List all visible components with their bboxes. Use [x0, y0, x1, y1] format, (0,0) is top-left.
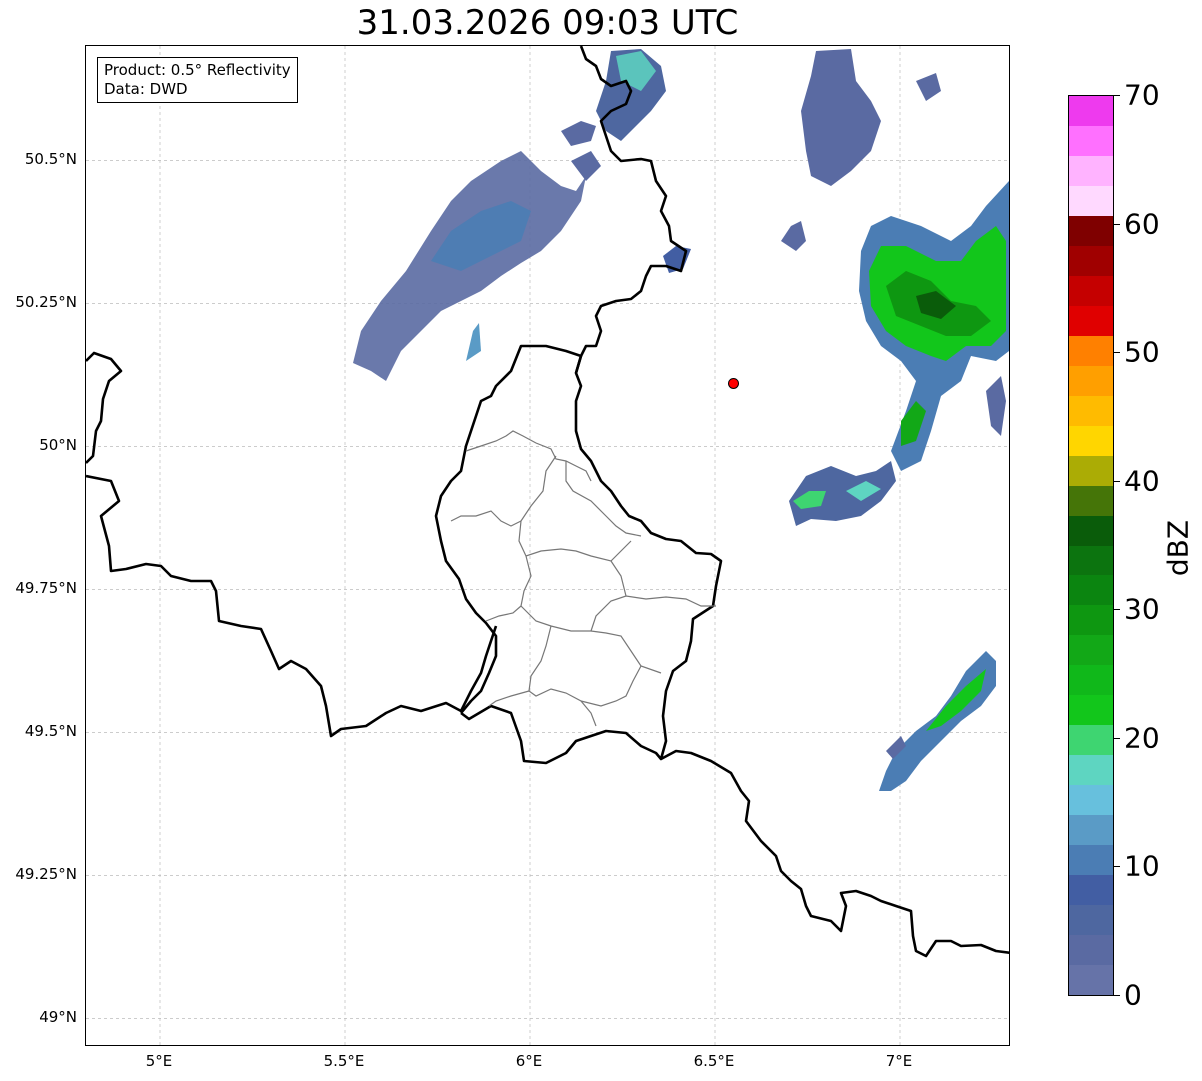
lat-tick-label: 49°N [39, 1008, 77, 1027]
colorbar-tick-mark [1114, 609, 1120, 611]
echo-cell [801, 49, 881, 186]
colorbar-tick-mark [1114, 352, 1120, 354]
colorbar-label: dBZ [1161, 519, 1195, 577]
info-box: Product: 0.5° Reflectivity Data: DWD [97, 57, 298, 103]
lat-tick-label: 50.5°N [24, 150, 77, 169]
colorbar-tick-label: 60 [1124, 207, 1160, 241]
map-title: 31.03.2026 09:03 UTC [356, 3, 739, 43]
lon-tick-label: 6°E [515, 1052, 543, 1070]
colorbar-tick-mark [1114, 737, 1120, 739]
colorbar-segment [1069, 275, 1113, 307]
echo-cell [561, 121, 596, 146]
canton-line [520, 605, 662, 674]
colorbar-segment [1069, 665, 1113, 697]
echo-cell [571, 151, 601, 181]
colorbar-segment [1069, 155, 1113, 187]
canton-line [590, 595, 716, 632]
colorbar-segment [1069, 725, 1113, 757]
colorbar-segment [1069, 305, 1113, 337]
colorbar [1068, 95, 1114, 996]
lat-tick-label: 49.5°N [24, 722, 77, 741]
colorbar-tick-label: 20 [1124, 721, 1160, 755]
colorbar-segment [1069, 935, 1113, 966]
echo-cell [781, 221, 806, 251]
colorbar-tick-mark [1114, 995, 1120, 996]
lon-tick-label: 7°E [885, 1052, 913, 1070]
colorbar-tick-label: 70 [1124, 78, 1160, 112]
colorbar-segment [1069, 485, 1113, 517]
canton-line [565, 461, 642, 537]
canton-line [450, 510, 522, 527]
data-source-label: Data: DWD [104, 80, 188, 98]
colorbar-segment [1069, 335, 1113, 367]
border-line [86, 351, 123, 464]
lat-tick-label: 50.25°N [15, 293, 77, 312]
lon-tick-label: 6.5°E [693, 1052, 735, 1070]
radar-map [85, 45, 1010, 1046]
colorbar-tick-label: 40 [1124, 464, 1160, 498]
colorbar-segment [1069, 785, 1113, 817]
lon-tick-label: 5°E [145, 1052, 173, 1070]
border-line [660, 749, 1009, 958]
lon-tick-label: 5.5°E [323, 1052, 365, 1070]
canton-boundaries [450, 430, 716, 727]
colorbar-segment [1069, 905, 1113, 936]
colorbar-segment [1069, 965, 1113, 995]
colorbar-segment [1069, 365, 1113, 397]
colorbar-segment [1069, 605, 1113, 637]
lat-tick-label: 49.25°N [15, 865, 77, 884]
colorbar-segment [1069, 125, 1113, 157]
colorbar-segment [1069, 395, 1113, 427]
colorbar-segment [1069, 575, 1113, 607]
colorbar-segment [1069, 185, 1113, 217]
echo-cell [466, 323, 481, 361]
canton-line [580, 665, 642, 707]
colorbar-tick-label: 0 [1124, 978, 1142, 1012]
radar-site-marker [728, 377, 739, 389]
canton-line [465, 430, 592, 482]
product-label: Product: 0.5° Reflectivity [104, 61, 291, 79]
colorbar-segment [1069, 455, 1113, 487]
border-line [434, 344, 723, 765]
border-line [86, 474, 498, 738]
colorbar-segment [1069, 845, 1113, 877]
colorbar-segment [1069, 545, 1113, 577]
echo-cell [986, 376, 1006, 436]
canton-line [610, 560, 627, 597]
echo-cell [916, 73, 941, 101]
colorbar-segment [1069, 245, 1113, 277]
canton-line [528, 625, 597, 727]
lat-tick-label: 50°N [39, 436, 77, 455]
colorbar-tick-label: 50 [1124, 335, 1160, 369]
colorbar-tick-mark [1114, 480, 1120, 482]
colorbar-tick-mark [1114, 866, 1120, 868]
colorbar-segment [1069, 695, 1113, 727]
colorbar-tick-mark [1114, 95, 1120, 96]
colorbar-tick-mark [1114, 223, 1120, 225]
colorbar-segment [1069, 755, 1113, 787]
colorbar-segment [1069, 425, 1113, 457]
colorbar-segment [1069, 215, 1113, 247]
colorbar-segment [1069, 815, 1113, 847]
lat-tick-label: 49.75°N [15, 579, 77, 598]
colorbar-segment [1069, 635, 1113, 667]
canton-line [488, 690, 530, 707]
colorbar-segment [1069, 875, 1113, 906]
colorbar-segment [1069, 515, 1113, 547]
colorbar-segment [1069, 96, 1113, 127]
canton-line [485, 555, 532, 622]
colorbar-tick-label: 10 [1124, 849, 1160, 883]
colorbar-tick-label: 30 [1124, 592, 1160, 626]
canton-line [518, 455, 632, 562]
